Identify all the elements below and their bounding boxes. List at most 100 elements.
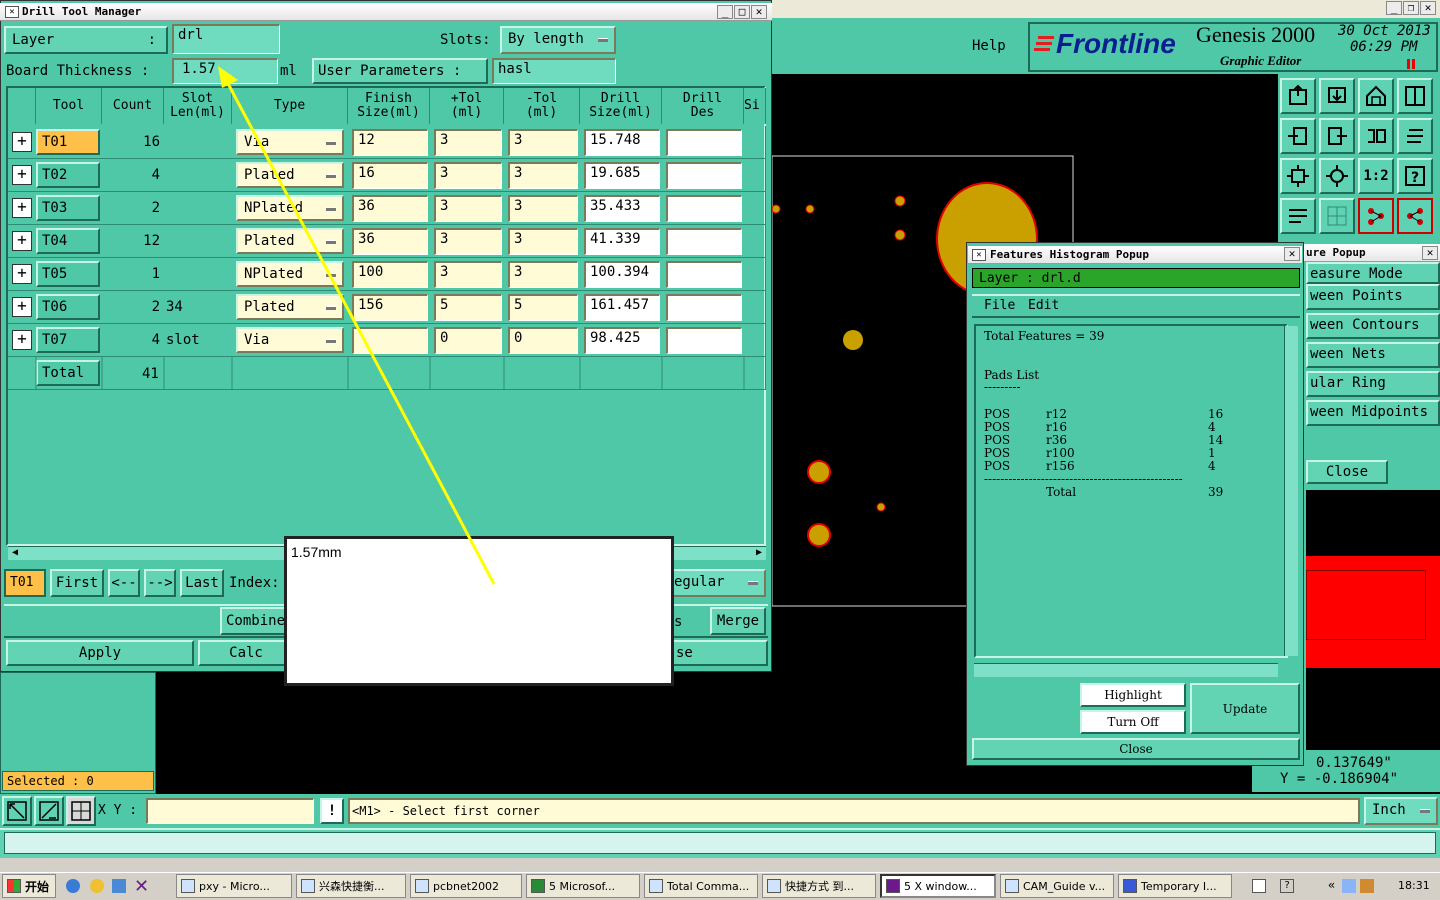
task-item-8[interactable]: Temporary I... [1118, 874, 1232, 898]
measure-contours-item[interactable]: ween Contours [1306, 313, 1440, 339]
expand-row-icon[interactable]: + [12, 264, 32, 284]
plus-tol-input[interactable]: 0 [434, 327, 502, 354]
minus-tol-input[interactable]: 5 [508, 294, 578, 321]
drill-des-input[interactable] [666, 228, 742, 255]
expand-row-icon[interactable]: + [12, 165, 32, 185]
mirror-icon[interactable] [1358, 118, 1394, 154]
type-select[interactable]: Via [236, 129, 344, 155]
alert-icon[interactable]: ! [320, 798, 344, 824]
help-icon[interactable]: ? [1397, 158, 1433, 194]
step-forward-icon[interactable] [1319, 118, 1355, 154]
thickness-input[interactable]: 1.57 [172, 58, 278, 84]
tool-cell[interactable]: T04 [36, 228, 100, 254]
drill-des-input[interactable] [666, 261, 742, 288]
drill-size-input[interactable]: 100.394 [584, 261, 660, 288]
scroll-left-icon[interactable]: ◀ [8, 546, 22, 560]
expand-row-icon[interactable]: + [12, 297, 32, 317]
tool-cell[interactable]: T02 [36, 162, 100, 188]
histogram-menu-edit[interactable]: Edit [1028, 298, 1059, 313]
tray-help-icon[interactable]: ? [1280, 879, 1294, 893]
close-button[interactable]: se [670, 640, 768, 666]
update-button[interactable]: Update [1190, 683, 1300, 734]
measure-midpoints-item[interactable]: ween Midpoints [1306, 400, 1440, 426]
minus-tol-input[interactable]: 3 [508, 162, 578, 189]
window-icon[interactable] [1397, 78, 1433, 114]
minus-tol-input[interactable]: 3 [508, 195, 578, 222]
apply-button[interactable]: Apply [6, 640, 194, 666]
plus-tol-input[interactable]: 3 [434, 129, 502, 156]
type-select[interactable]: Via [236, 327, 344, 353]
rotate-icon[interactable] [1397, 118, 1433, 154]
task-item-0[interactable]: pxy - Micro... [176, 874, 292, 898]
zoom-fit-icon[interactable] [1280, 158, 1316, 194]
plus-tol-input[interactable]: 3 [434, 195, 502, 222]
tray-keyboard-icon[interactable] [1252, 879, 1266, 893]
scroll-right-icon[interactable]: ▶ [752, 546, 766, 560]
tray-volume-icon[interactable] [1360, 879, 1374, 893]
expand-row-icon[interactable]: + [12, 198, 32, 218]
histogram-close-icon[interactable]: ✕ [1284, 247, 1300, 261]
tool-cell[interactable]: T05 [36, 261, 100, 287]
nav-prev-button[interactable]: <-- [108, 569, 140, 597]
turn-off-button[interactable]: Turn Off [1080, 710, 1186, 734]
measure-close-button[interactable]: Close [1306, 460, 1388, 484]
units-select[interactable]: Inch [1364, 797, 1438, 825]
task-item-2[interactable]: pcbnet2002 [410, 874, 522, 898]
plus-tol-input[interactable]: 3 [434, 228, 502, 255]
histogram-close-button[interactable]: Close [972, 738, 1300, 760]
finish-input[interactable]: 36 [352, 228, 428, 255]
finish-input[interactable]: 156 [352, 294, 428, 321]
finish-input[interactable] [352, 327, 428, 354]
slots-select[interactable]: By length [500, 26, 616, 54]
combine-button[interactable]: Combine [220, 607, 290, 635]
measure-close-icon[interactable]: ✕ [1422, 246, 1438, 260]
nav-first-button[interactable]: First [50, 569, 104, 597]
home-icon[interactable] [1358, 78, 1394, 114]
histogram-hscroll[interactable] [974, 663, 1278, 677]
help-button[interactable]: Help [972, 38, 1006, 54]
quicklaunch-x-icon[interactable]: ✕ [134, 876, 149, 897]
user-params-input[interactable]: hasl [492, 58, 616, 84]
tool-cell[interactable]: T03 [36, 195, 100, 221]
zoom-icon[interactable] [2, 796, 32, 826]
net-compare-icon[interactable] [1397, 198, 1433, 234]
drill-minimize-button[interactable]: _ [717, 5, 733, 19]
measure-ring-item[interactable]: ular Ring [1306, 371, 1440, 397]
plus-tol-input[interactable]: 3 [434, 261, 502, 288]
calc-button[interactable]: Calc [198, 640, 294, 666]
minus-tol-input[interactable]: 3 [508, 261, 578, 288]
task-item-6[interactable]: 5 X window... [880, 874, 996, 898]
settings-icon[interactable] [1280, 198, 1316, 234]
drill-close-button[interactable]: ✕ [751, 5, 767, 19]
expand-row-icon[interactable]: + [12, 330, 32, 350]
quicklaunch-ie-icon[interactable] [66, 879, 80, 893]
minus-tol-input[interactable]: 0 [508, 327, 578, 354]
task-item-7[interactable]: CAM_Guide v... [1000, 874, 1114, 898]
tool-cell[interactable]: T06 [36, 294, 100, 320]
drill-size-input[interactable]: 41.339 [584, 228, 660, 255]
quicklaunch-outlook-icon[interactable] [112, 879, 126, 893]
command-input[interactable] [4, 832, 1436, 854]
scale-1-2-icon[interactable]: 1:2 [1358, 158, 1394, 194]
type-select[interactable]: Plated [236, 162, 344, 188]
drill-size-input[interactable]: 15.748 [584, 129, 660, 156]
measure-points-item[interactable]: ween Points [1306, 284, 1440, 310]
highlight-button[interactable]: Highlight [1080, 683, 1186, 707]
save-icon[interactable] [1319, 78, 1355, 114]
measure-mode-item[interactable]: easure Mode [1306, 262, 1440, 284]
main-maximize-button[interactable]: ❐ [1403, 1, 1419, 15]
drill-size-input[interactable]: 19.685 [584, 162, 660, 189]
task-item-3[interactable]: 5 Microsof... [526, 874, 640, 898]
snap-icon[interactable] [34, 796, 64, 826]
finish-input[interactable]: 16 [352, 162, 428, 189]
type-select[interactable]: NPlated [236, 261, 344, 287]
tray-expand-icon[interactable]: « [1328, 878, 1335, 892]
measure-nets-item[interactable]: ween Nets [1306, 342, 1440, 368]
drill-size-input[interactable]: 35.433 [584, 195, 660, 222]
pause-icon[interactable] [1406, 58, 1416, 69]
finish-input[interactable]: 100 [352, 261, 428, 288]
type-select[interactable]: Plated [236, 228, 344, 254]
tray-network-icon[interactable] [1342, 879, 1356, 893]
nav-next-button[interactable]: --> [144, 569, 176, 597]
xy-input[interactable] [146, 798, 314, 824]
